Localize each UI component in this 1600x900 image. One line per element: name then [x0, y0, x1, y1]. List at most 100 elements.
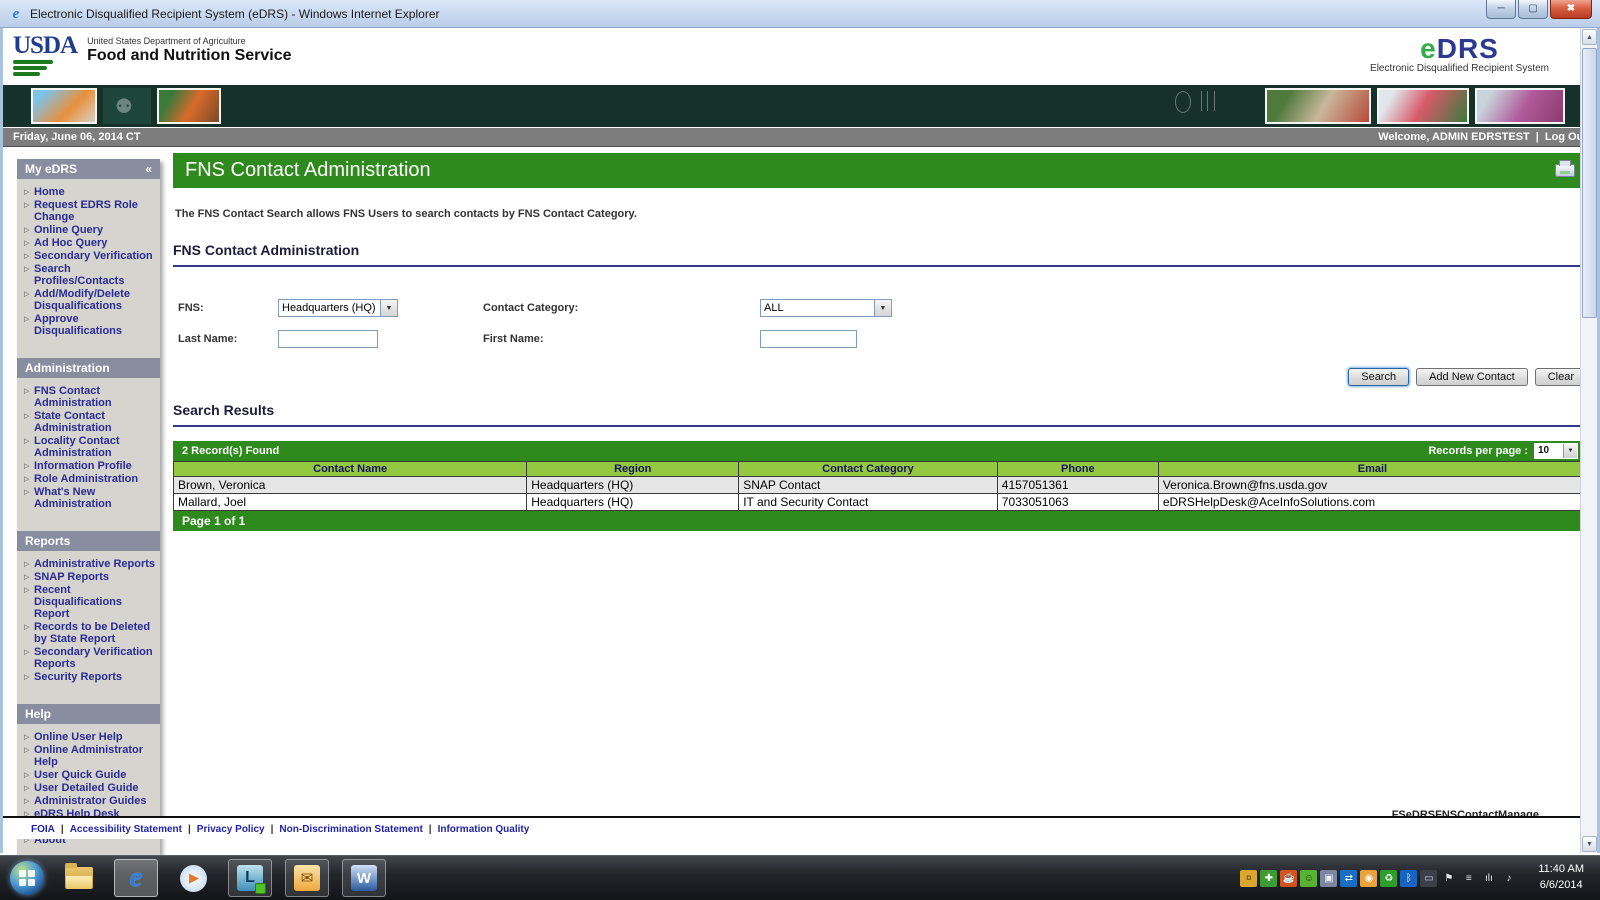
sidebar-item[interactable]: ▷ FNS Contact Administration — [24, 385, 158, 409]
footer-link[interactable]: Privacy Policy — [197, 824, 265, 835]
sidebar-item[interactable]: ▷ Request EDRS Role Change — [24, 199, 158, 223]
column-header[interactable]: Contact Category — [738, 461, 998, 477]
sidebar-item[interactable]: ▷ Ad Hoc Query — [24, 237, 158, 249]
key-lock-icon[interactable]: ¤ — [1240, 869, 1258, 887]
sidebar-item[interactable]: ▷ Security Reports — [24, 671, 158, 683]
sidebar-link[interactable]: Online Query — [34, 224, 103, 236]
sidebar-link[interactable]: Information Profile — [34, 460, 132, 472]
sidebar-link[interactable]: Add/Modify/Delete Disqualifications — [34, 288, 158, 312]
signal-icon[interactable]: ılı — [1480, 870, 1497, 887]
sidebar-item[interactable]: ▷ Locality Contact Administration — [24, 435, 158, 459]
sidebar-item[interactable]: ▷ User Quick Guide — [24, 769, 158, 781]
vertical-scrollbar[interactable]: ▲ ▼ — [1580, 28, 1597, 853]
sidebar-link[interactable]: Security Reports — [34, 671, 122, 683]
sidebar-link[interactable]: Administrative Reports — [34, 558, 155, 570]
sidebar-item[interactable]: ▷ SNAP Reports — [24, 571, 158, 583]
java-icon[interactable]: ☕ — [1280, 869, 1298, 887]
sidebar-link[interactable]: Recent Disqualifications Report — [34, 584, 158, 620]
sidebar-link[interactable]: Search Profiles/Contacts — [34, 263, 158, 287]
sidebar-item[interactable]: ▷ What's New Administration — [24, 486, 158, 510]
column-header[interactable]: Phone — [996, 461, 1159, 477]
maximize-button[interactable]: ▢ — [1518, 0, 1548, 19]
minimize-button[interactable]: ─ — [1486, 0, 1516, 19]
sidebar-item[interactable]: ▷ Online Administrator Help — [24, 744, 158, 768]
sidebar-link[interactable]: Home — [34, 186, 65, 198]
first-name-input[interactable] — [760, 330, 857, 348]
bluetooth-icon[interactable]: ᛒ — [1400, 869, 1418, 887]
sidebar-link[interactable]: Secondary Verification — [34, 250, 153, 262]
scroll-up-icon[interactable]: ▲ — [1582, 29, 1597, 45]
shield-icon[interactable]: ✚ — [1260, 869, 1278, 887]
footer-link[interactable]: Information Quality — [438, 824, 530, 835]
speaker-icon[interactable]: ♪ — [1500, 870, 1517, 887]
chevron-down-icon[interactable]: ▼ — [380, 300, 397, 316]
contact-category-select[interactable]: ALL ▼ — [760, 299, 892, 317]
sidebar-header-help[interactable]: Help — [17, 704, 160, 724]
sidebar-link[interactable]: Administrator Guides — [34, 795, 146, 807]
sidebar-item[interactable]: ▷ Online User Help — [24, 731, 158, 743]
sidebar-link[interactable]: Request EDRS Role Change — [34, 199, 158, 223]
sidebar-link[interactable]: Ad Hoc Query — [34, 237, 107, 249]
sidebar-item[interactable]: ▷ Information Profile — [24, 460, 158, 472]
footer-link[interactable]: FOIA — [31, 824, 55, 835]
sidebar-item[interactable]: ▷ Administrator Guides — [24, 795, 158, 807]
collapse-icon[interactable]: « — [145, 162, 152, 176]
sidebar-link[interactable]: Role Administration — [34, 473, 138, 485]
taskbar-clock[interactable]: 11:40 AM 6/6/2014 — [1530, 862, 1594, 894]
last-name-input[interactable] — [278, 330, 378, 348]
chevron-down-icon[interactable]: ▼ — [874, 300, 891, 316]
reminder-clock-icon[interactable]: ◉ — [1360, 869, 1378, 887]
sidebar-link[interactable]: Locality Contact Administration — [34, 435, 158, 459]
clipboard-icon[interactable]: ≡ — [1460, 870, 1477, 887]
sidebar-link[interactable]: Secondary Verification Reports — [34, 646, 158, 670]
search-button[interactable]: Search — [1348, 368, 1410, 386]
taskbar-word[interactable]: W — [342, 859, 386, 897]
sidebar-item[interactable]: ▷ Secondary Verification — [24, 250, 158, 262]
sidebar-link[interactable]: Records to be Deleted by State Report — [34, 621, 158, 645]
table-row[interactable]: Mallard, Joel Headquarters (HQ) IT and S… — [172, 493, 1588, 511]
sidebar-item[interactable]: ▷ Add/Modify/Delete Disqualifications — [24, 288, 158, 312]
sidebar-item[interactable]: ▷ Online Query — [24, 224, 158, 236]
network-computers-icon[interactable]: ▣ — [1320, 869, 1338, 887]
records-per-page-select[interactable]: 10 ▼ — [1534, 443, 1578, 459]
sidebar-item[interactable]: ▷ Administrative Reports — [24, 558, 158, 570]
sidebar-item[interactable]: ▷ Approve Disqualifications — [24, 313, 158, 337]
sidebar-link[interactable]: State Contact Administration — [34, 410, 158, 434]
scrollbar-thumb[interactable] — [1582, 48, 1597, 318]
sidebar-link[interactable]: Online Administrator Help — [34, 744, 158, 768]
sidebar-header-reports[interactable]: Reports — [17, 531, 160, 551]
taskbar-outlook[interactable]: ✉ — [285, 859, 329, 897]
flag-icon[interactable]: ⚑ — [1440, 870, 1457, 887]
footer-link[interactable]: Non-Discrimination Statement — [279, 824, 422, 835]
chevron-down-icon[interactable]: ▼ — [1563, 444, 1577, 458]
sidebar-link[interactable]: What's New Administration — [34, 486, 158, 510]
sidebar-item[interactable]: ▷ Recent Disqualifications Report — [24, 584, 158, 620]
print-icon[interactable] — [1555, 160, 1575, 177]
column-header[interactable]: Contact Name — [172, 461, 528, 477]
display-icon[interactable]: ▭ — [1420, 869, 1438, 887]
sidebar-link[interactable]: Online User Help — [34, 731, 123, 743]
start-button[interactable] — [10, 861, 44, 895]
taskbar-internet-explorer[interactable]: e — [114, 859, 158, 897]
sidebar-header-my-edrs[interactable]: My eDRS « — [17, 159, 160, 179]
sidebar-link[interactable]: User Quick Guide — [34, 769, 126, 781]
scroll-down-icon[interactable]: ▼ — [1582, 836, 1597, 852]
sidebar-item[interactable]: ▷ Home — [24, 186, 158, 198]
sidebar-item[interactable]: ▷ User Detailed Guide — [24, 782, 158, 794]
sidebar-item[interactable]: ▷ Search Profiles/Contacts — [24, 263, 158, 287]
sidebar-link[interactable]: User Detailed Guide — [34, 782, 139, 794]
sidebar-link[interactable]: Approve Disqualifications — [34, 313, 158, 337]
sidebar-item[interactable]: ▷ State Contact Administration — [24, 410, 158, 434]
column-header[interactable]: Region — [526, 461, 740, 477]
sync-icon[interactable]: ♻ — [1380, 869, 1398, 887]
sidebar-link[interactable]: FNS Contact Administration — [34, 385, 158, 409]
fns-select[interactable]: Headquarters (HQ) ▼ — [278, 299, 398, 317]
sidebar-item[interactable]: ▷ Records to be Deleted by State Report — [24, 621, 158, 645]
sidebar-link[interactable]: SNAP Reports — [34, 571, 109, 583]
column-header[interactable]: Email — [1157, 461, 1588, 477]
taskbar-lync[interactable]: L — [228, 859, 272, 897]
add-new-contact-button[interactable]: Add New Contact — [1416, 368, 1528, 386]
teamviewer-icon[interactable]: ⇄ — [1340, 869, 1358, 887]
footer-link[interactable]: Accessibility Statement — [70, 824, 182, 835]
sidebar-item[interactable]: ▷ Role Administration — [24, 473, 158, 485]
